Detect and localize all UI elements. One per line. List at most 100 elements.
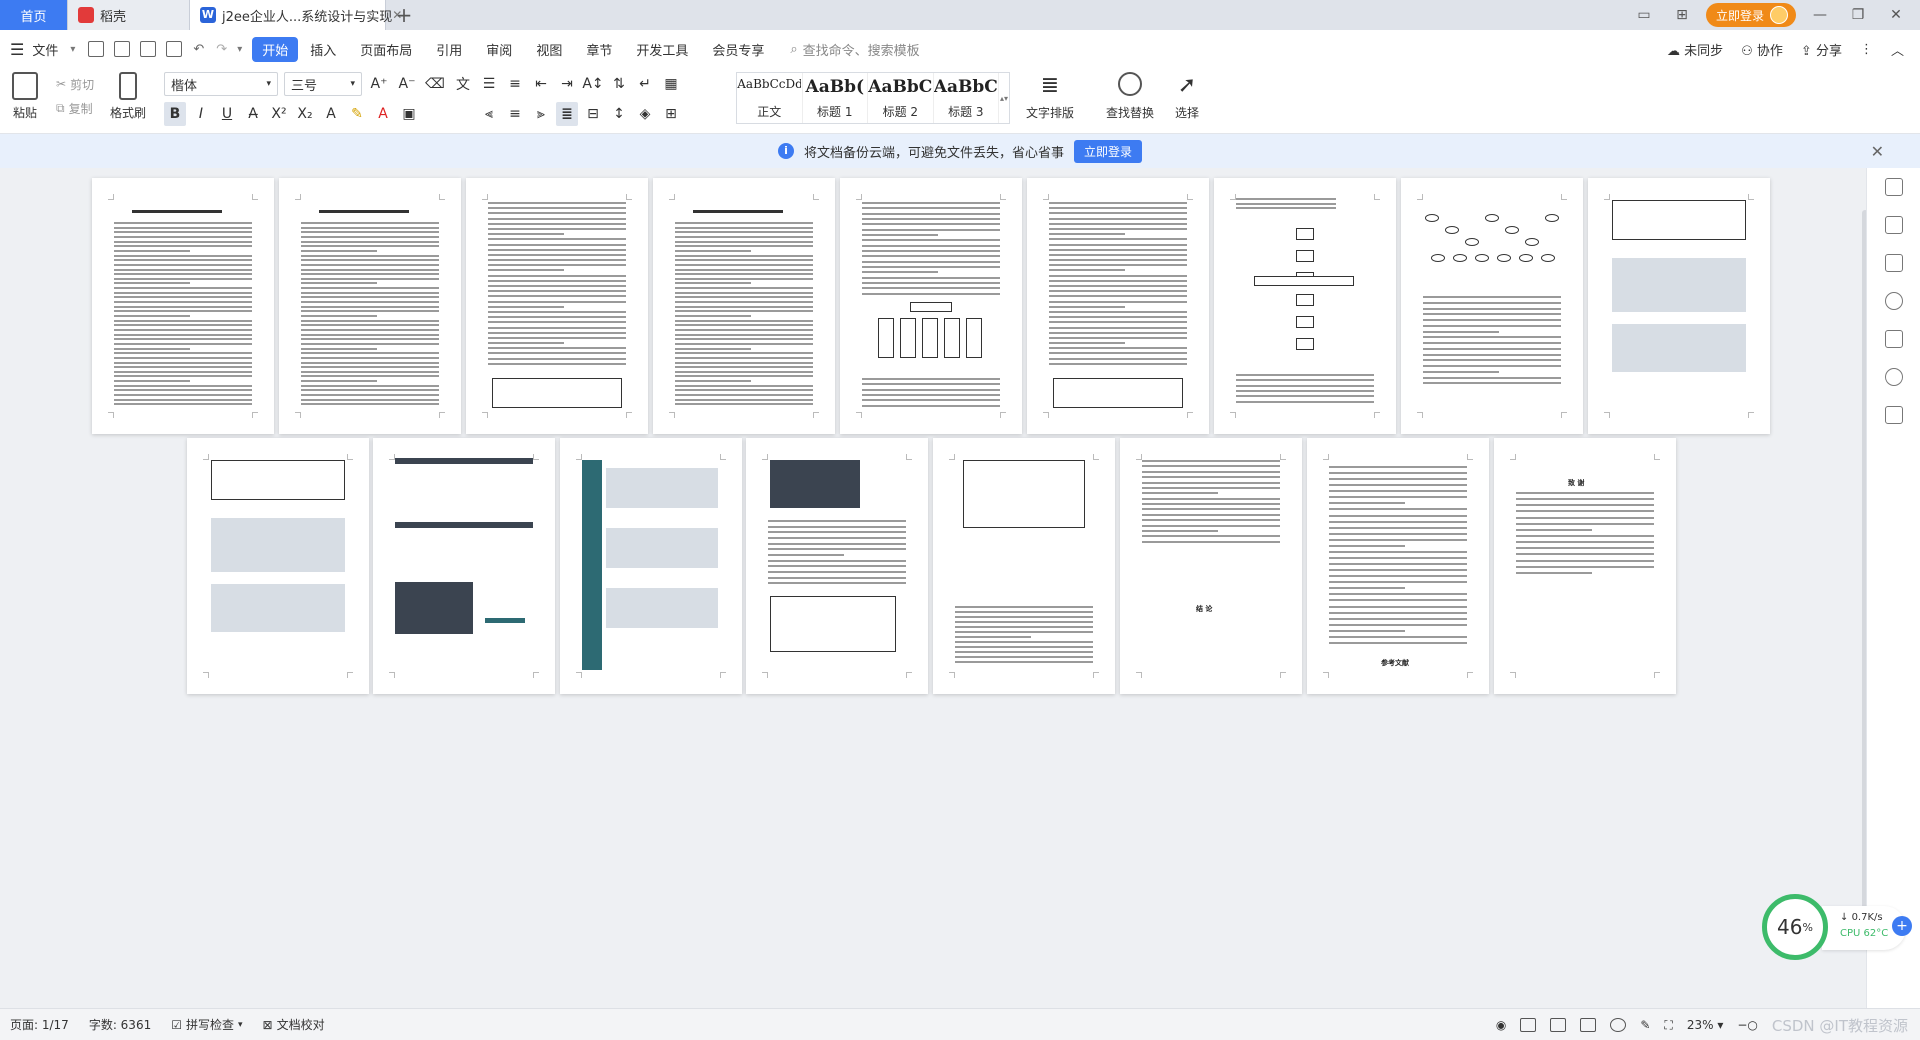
book-icon[interactable]	[1884, 406, 1903, 424]
pen-icon[interactable]	[1884, 178, 1903, 196]
compass-icon[interactable]	[1884, 368, 1903, 386]
export-pdf-icon[interactable]	[114, 41, 131, 57]
select-button[interactable]: ➚ 选择	[1174, 72, 1200, 121]
align-center-icon[interactable]: ≡	[504, 102, 526, 126]
shading-icon[interactable]: ◈	[634, 102, 656, 126]
word-count[interactable]: 字数: 6361	[89, 1016, 151, 1033]
menu-page-layout[interactable]: 页面布局	[348, 40, 424, 59]
save-icon[interactable]	[88, 41, 105, 57]
document-canvas[interactable]: 结 论参考文献 致 谢	[0, 168, 1866, 1008]
write-mode-icon[interactable]: ✎	[1640, 1018, 1650, 1032]
restore-icon[interactable]: ❐	[1844, 7, 1872, 23]
document-page[interactable]	[840, 178, 1022, 434]
undo-icon[interactable]: ↶	[193, 42, 204, 57]
share-button[interactable]: ⇪ 分享	[1801, 40, 1842, 59]
help-icon[interactable]	[1884, 292, 1903, 310]
bold-icon[interactable]: B	[164, 102, 186, 126]
menu-section[interactable]: 章节	[574, 40, 624, 59]
styles-scroll[interactable]: ▴▾	[999, 73, 1009, 123]
grow-font-icon[interactable]: A⁺	[368, 72, 390, 96]
document-page[interactable]: 结 论	[1120, 438, 1302, 694]
find-replace-button[interactable]: 查找替换	[1106, 72, 1154, 121]
document-page[interactable]	[92, 178, 274, 434]
customize-icon[interactable]: ▾	[237, 44, 242, 55]
menu-review[interactable]: 审阅	[474, 40, 524, 59]
document-page[interactable]: 致 谢	[1494, 438, 1676, 694]
style-heading-2[interactable]: AaBbC 标题 2	[868, 73, 934, 123]
font-size-select[interactable]: 三号 ▾	[284, 72, 362, 96]
collab-button[interactable]: ⚇ 协作	[1741, 40, 1783, 59]
menu-member[interactable]: 会员专享	[700, 40, 776, 59]
chinese-layout-icon[interactable]: A↕	[582, 72, 604, 96]
document-page[interactable]	[187, 438, 369, 694]
copy-button[interactable]: ⧉ 复制	[56, 96, 94, 120]
spell-check[interactable]: ☑ 拼写检查 ▾	[171, 1016, 242, 1033]
bullets-icon[interactable]: ☰	[478, 72, 500, 96]
document-page[interactable]: 参考文献	[1307, 438, 1489, 694]
shrink-font-icon[interactable]: A⁻	[396, 72, 418, 96]
subscript-icon[interactable]: X₂	[294, 102, 316, 126]
italic-icon[interactable]: I	[190, 102, 212, 126]
select-pointer-icon[interactable]	[1884, 216, 1903, 234]
tab-document[interactable]: W j2ee企业人...系统设计与实现 ✕	[190, 0, 402, 30]
style-normal[interactable]: AaBbCcDd 正文	[737, 73, 803, 123]
decrease-indent-icon[interactable]: ⇤	[530, 72, 552, 96]
table-icon[interactable]: ▦	[660, 72, 682, 96]
highlight-icon[interactable]: ✎	[346, 102, 368, 126]
underline-icon[interactable]: U	[216, 102, 238, 126]
style-heading-1[interactable]: AaBb( 标题 1	[803, 73, 869, 123]
ai-assistant-icon[interactable]	[1884, 330, 1903, 348]
menu-home[interactable]: 开始	[252, 36, 299, 62]
close-window-icon[interactable]: ✕	[1882, 7, 1910, 23]
font-name-select[interactable]: 楷体 ▾	[164, 72, 278, 96]
menu-references[interactable]: 引用	[424, 40, 474, 59]
paste-button[interactable]: 粘贴	[12, 72, 38, 121]
performance-widget[interactable]: ↓ 0.7K/s CPU 62°C 46% +	[1762, 894, 1912, 964]
redo-icon[interactable]: ↷	[216, 42, 227, 57]
document-page[interactable]	[466, 178, 648, 434]
page-view-icon[interactable]	[1520, 1018, 1537, 1032]
menu-file[interactable]: 文件	[30, 40, 70, 59]
text-layout-button[interactable]: ≣ 文字排版	[1026, 72, 1074, 121]
sliders-icon[interactable]	[1884, 254, 1903, 272]
borders-icon[interactable]: ⊞	[660, 102, 682, 126]
document-page[interactable]	[1027, 178, 1209, 434]
command-search[interactable]: ⌕ 查找命令、搜索模板	[790, 40, 919, 59]
document-page[interactable]	[746, 438, 928, 694]
login-button[interactable]: 立即登录	[1705, 3, 1796, 27]
show-marks-icon[interactable]: ↵	[634, 72, 656, 96]
notice-login-button[interactable]: 立即登录	[1074, 139, 1143, 163]
document-page[interactable]	[560, 438, 742, 694]
align-right-icon[interactable]: ⫸	[530, 102, 552, 126]
layout-icon[interactable]: ▭	[1630, 7, 1658, 23]
more-icon[interactable]: ⋮	[1860, 42, 1873, 57]
document-page[interactable]	[653, 178, 835, 434]
web-view-icon[interactable]	[1610, 1018, 1627, 1032]
tab-home[interactable]: 首页	[0, 0, 68, 30]
zoom-out-icon[interactable]: −○	[1737, 1018, 1758, 1032]
tab-daoke[interactable]: 稻壳	[68, 0, 190, 30]
menu-insert[interactable]: 插入	[298, 40, 348, 59]
document-page[interactable]	[1401, 178, 1583, 434]
sort-icon[interactable]: ⇅	[608, 72, 630, 96]
hamburger-icon[interactable]: ☰	[10, 40, 24, 59]
reading-view-icon[interactable]	[1580, 1018, 1597, 1032]
print-preview-icon[interactable]	[166, 41, 183, 57]
sync-button[interactable]: ☁ 未同步	[1667, 40, 1723, 59]
cut-button[interactable]: ✂ 剪切	[56, 72, 94, 96]
document-page[interactable]	[1214, 178, 1396, 434]
document-page[interactable]	[933, 438, 1115, 694]
strikethrough-icon[interactable]: A̶	[242, 102, 264, 126]
document-page[interactable]	[279, 178, 461, 434]
document-page[interactable]	[373, 438, 555, 694]
char-border-icon[interactable]: ▣	[398, 102, 420, 126]
menu-developer[interactable]: 开发工具	[624, 40, 700, 59]
pinyin-icon[interactable]: 文	[452, 72, 474, 96]
apps-grid-icon[interactable]: ⊞	[1668, 7, 1696, 23]
numbering-icon[interactable]: ≡	[504, 72, 526, 96]
style-heading-3[interactable]: AaBbC 标题 3	[934, 73, 1000, 123]
document-page[interactable]	[1588, 178, 1770, 434]
font-color-icon[interactable]: A	[372, 102, 394, 126]
minimize-icon[interactable]: —	[1806, 7, 1834, 23]
page-count[interactable]: 页面: 1/17	[10, 1016, 69, 1033]
